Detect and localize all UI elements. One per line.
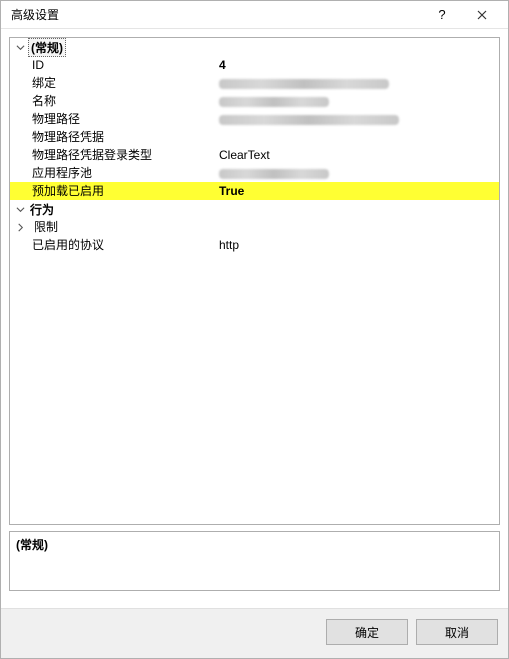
property-label: 物理路径凭据 (10, 128, 215, 146)
property-value: True (215, 182, 499, 200)
property-label: 物理路径凭据登录类型 (10, 146, 215, 164)
property-value: ClearText (215, 146, 499, 164)
property-row-physical-path-logon-type[interactable]: 物理路径凭据登录类型 ClearText (10, 146, 499, 164)
property-value (215, 110, 499, 128)
property-label: 应用程序池 (10, 164, 215, 182)
property-label: 物理路径 (10, 110, 215, 128)
property-label: ID (10, 56, 215, 74)
dialog-title: 高级设置 (11, 6, 422, 23)
chevron-down-icon (14, 41, 26, 53)
cancel-button[interactable]: 取消 (416, 619, 498, 645)
property-row-id[interactable]: ID 4 (10, 56, 499, 74)
property-value (215, 74, 499, 92)
group-general-label: (常规) (28, 38, 66, 57)
property-row-binding[interactable]: 绑定 (10, 74, 499, 92)
property-label: 绑定 (10, 74, 215, 92)
close-icon (477, 7, 487, 23)
chevron-down-icon (14, 203, 26, 215)
button-bar: 确定 取消 (1, 608, 508, 658)
property-row-preload-enabled[interactable]: 预加载已启用 True (10, 182, 499, 200)
property-label: 限制 (28, 218, 219, 236)
property-row-app-pool[interactable]: 应用程序池 (10, 164, 499, 182)
group-behavior-header[interactable]: 行为 (10, 200, 499, 218)
help-icon: ? (438, 7, 445, 22)
property-label: 已启用的协议 (10, 236, 215, 254)
help-button[interactable]: ? (422, 3, 462, 27)
property-value (215, 92, 499, 110)
group-behavior-label: 行为 (28, 201, 56, 218)
property-value: http (215, 236, 499, 254)
property-row-name[interactable]: 名称 (10, 92, 499, 110)
property-value: 4 (215, 56, 499, 74)
property-value (215, 164, 499, 182)
close-button[interactable] (462, 3, 502, 27)
chevron-right-icon (14, 221, 26, 233)
advanced-settings-dialog: 高级设置 ? (常规) ID 4 绑定 (0, 0, 509, 659)
property-grid[interactable]: (常规) ID 4 绑定 名称 物理路径 物理路径凭据 (9, 37, 500, 525)
property-row-physical-path[interactable]: 物理路径 (10, 110, 499, 128)
property-label: 名称 (10, 92, 215, 110)
property-row-physical-path-credentials[interactable]: 物理路径凭据 (10, 128, 499, 146)
description-panel: (常规) (9, 531, 500, 591)
property-row-limits[interactable]: 限制 (10, 218, 499, 236)
description-title: (常规) (16, 536, 493, 553)
group-general-header[interactable]: (常规) (10, 38, 499, 56)
ok-button[interactable]: 确定 (326, 619, 408, 645)
property-row-enabled-protocols[interactable]: 已启用的协议 http (10, 236, 499, 254)
property-label: 预加载已启用 (10, 182, 215, 200)
titlebar: 高级设置 ? (1, 1, 508, 29)
